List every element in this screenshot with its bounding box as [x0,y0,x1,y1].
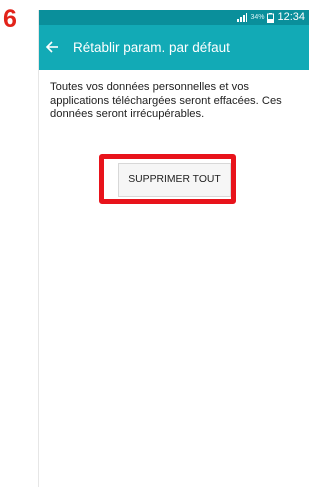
status-indicators: 34% 12:34 [237,10,305,25]
battery-icon [267,12,275,23]
arrow-left-icon[interactable] [43,37,63,57]
step-number: 6 [3,5,17,33]
status-bar: 34% 12:34 [39,10,309,25]
signal-bars-icon [237,13,248,22]
delete-all-button[interactable]: SUPPRIMER TOUT [118,163,231,197]
phone-screen: 34% 12:34 Rétablir param. par défaut Tou… [38,10,309,487]
battery-percent: 34% [250,14,265,21]
clock: 12:34 [277,11,305,23]
page-title: Rétablir param. par défaut [73,40,230,55]
warning-message: Toutes vos données personnelles et vos a… [50,81,282,120]
app-bar: Rétablir param. par défaut [39,25,309,70]
